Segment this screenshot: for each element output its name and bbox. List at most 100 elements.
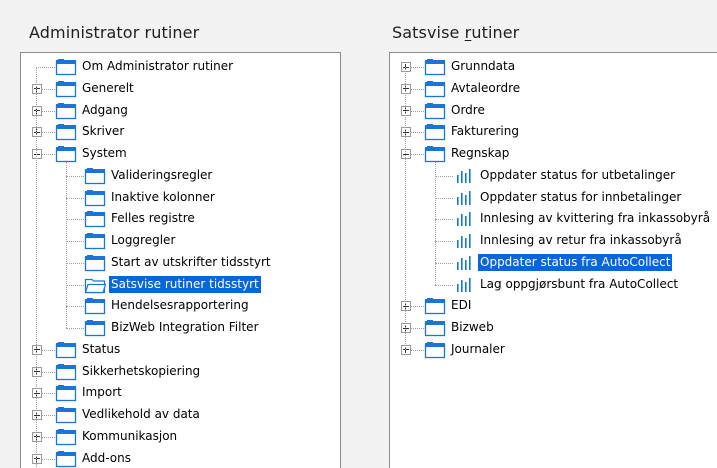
folder-icon xyxy=(55,363,77,381)
tree-item-journaler[interactable]: Journaler xyxy=(390,339,717,361)
tree-item-label: Skriver xyxy=(82,124,125,139)
tree-connector xyxy=(435,175,453,177)
tree-item-inaktive-kolonner[interactable]: Inaktive kolonner xyxy=(21,187,340,209)
tree-connector xyxy=(435,262,453,264)
tree-item-status[interactable]: Status xyxy=(21,339,340,361)
tree-item-oppdater-status-for-innbetalinger[interactable]: Oppdater status for innbetalinger xyxy=(390,187,717,209)
tree-item-label: Grunndata xyxy=(451,59,516,73)
tree-item-lag-oppgjorsbunt-fra-autocollect[interactable]: Lag oppgjørsbunt fra AutoCollect xyxy=(390,274,717,296)
tree-item-label: Avtaleordre xyxy=(451,80,521,95)
tree-item-label: Oppdater status for utbetalinger xyxy=(480,167,676,182)
tree-item-label: Regnskap xyxy=(451,146,510,160)
tree-connector xyxy=(66,175,84,177)
tree-item-avtaleordre[interactable]: Avtaleordre xyxy=(390,78,717,100)
admin-routines-tree[interactable]: Om Administrator rutiner Generelt Adgang Sk… xyxy=(20,52,341,468)
tree-item-label: System xyxy=(82,146,127,160)
tree-item-adgang[interactable]: Adgang xyxy=(21,100,340,122)
tree-item-bizweb-integration-filter[interactable]: BizWeb Integration Filter xyxy=(21,317,340,339)
tree-item-label: Valideringsregler xyxy=(111,167,213,182)
folder-icon xyxy=(55,123,77,141)
tree-connector xyxy=(66,241,84,242)
folder-icon xyxy=(55,102,77,120)
folder-icon xyxy=(55,341,77,359)
bar-chart-icon xyxy=(453,190,473,206)
tree-item-innlesing-av-retur-fra-inkassobyra[interactable]: Innlesing av retur fra inkassobyrå xyxy=(390,230,717,252)
tree-connector xyxy=(66,197,84,199)
tree-item-edi[interactable]: EDI xyxy=(390,295,717,317)
tree-item-oppdater-status-fra-autocollect[interactable]: Oppdater status fra AutoCollect xyxy=(390,252,717,274)
tree-item-regnskap[interactable]: Regnskap xyxy=(390,143,717,165)
tree-connector xyxy=(66,328,84,329)
tree-item-label: Felles registre xyxy=(111,211,195,226)
tree-item-bizweb[interactable]: Bizweb xyxy=(390,317,717,339)
tree-item-generelt[interactable]: Generelt xyxy=(21,78,340,100)
bar-chart-icon xyxy=(453,255,473,271)
tree-item-start-av-utskrifter-tidsstyrt[interactable]: Start av utskrifter tidsstyrt xyxy=(21,252,340,274)
batch-routines-tree[interactable]: Grunndata Avtaleordre Ordre Fakturering Regn… xyxy=(389,52,717,468)
folder-icon xyxy=(84,254,106,272)
tree-item-label: Oppdater status for innbetalinger xyxy=(480,189,682,204)
tree-item-label: Generelt xyxy=(82,80,134,95)
tree-item-innlesing-av-kvittering-fra-inkassobyra[interactable]: Innlesing av kvittering fra inkassobyrå xyxy=(390,208,717,230)
tree-connector xyxy=(435,219,453,221)
tree-item-label: Import xyxy=(82,385,122,400)
tree-item-label: Vedlikehold av data xyxy=(82,407,200,421)
tree-item-vedlikehold-av-data[interactable]: Vedlikehold av data xyxy=(21,404,340,426)
tree-item-fakturering[interactable]: Fakturering xyxy=(390,121,717,143)
tree-item-label: Hendelsesrapportering xyxy=(111,298,249,313)
tree-item-skriver[interactable]: Skriver xyxy=(21,121,340,143)
tree-connector xyxy=(435,197,453,199)
tree-item-label: Innlesing av retur fra inkassobyrå xyxy=(480,233,682,247)
tree-item-label: Add-ons xyxy=(82,450,131,465)
tree-root-line xyxy=(405,67,406,350)
tree-root-line xyxy=(36,67,37,468)
tree-item-system[interactable]: System xyxy=(21,143,340,165)
tree-item-import[interactable]: Import xyxy=(21,382,340,404)
folder-icon xyxy=(84,232,106,250)
tree-connector xyxy=(435,284,453,286)
tree-item-oppdater-status-for-utbetalinger[interactable]: Oppdater status for utbetalinger xyxy=(390,165,717,187)
folder-icon xyxy=(55,58,77,76)
tree-item-label: Fakturering xyxy=(451,124,519,139)
folder-icon xyxy=(424,80,446,98)
bar-chart-icon xyxy=(453,211,473,227)
tree-item-loggregler[interactable]: Loggregler xyxy=(21,230,340,252)
folder-icon xyxy=(424,341,446,359)
folder-icon xyxy=(55,145,77,163)
tree-item-hendelsesrapportering[interactable]: Hendelsesrapportering xyxy=(21,295,340,317)
folder-icon xyxy=(84,319,106,337)
tree-connector xyxy=(66,262,84,264)
tree-item-label: Sikkerhetskopiering xyxy=(82,363,201,378)
tree-item-grunndata[interactable]: Grunndata xyxy=(390,56,717,78)
tree-item-felles-registre[interactable]: Felles registre xyxy=(21,208,340,230)
right-panel-title: Satsvise rutiner xyxy=(392,23,519,42)
tree-item-satsvise-rutiner-tidsstyrt[interactable]: Satsvise rutiner tidsstyrt xyxy=(21,274,340,296)
folder-icon xyxy=(84,297,106,315)
tree-item-label: Bizweb xyxy=(451,320,494,334)
tree-item-label: Inaktive kolonner xyxy=(111,189,215,204)
folder-icon xyxy=(84,189,106,207)
tree-item-sikkerhetskopiering[interactable]: Sikkerhetskopiering xyxy=(21,361,340,383)
folder-icon xyxy=(55,384,77,402)
bar-chart-icon xyxy=(453,168,473,184)
tree-item-label: Innlesing av kvittering fra inkassobyrå xyxy=(480,211,711,226)
tree-item-label: Om Administrator rutiner xyxy=(82,59,234,73)
tree-branch-line xyxy=(66,162,67,328)
folder-icon xyxy=(55,80,77,98)
tree-connector xyxy=(435,241,453,242)
tree-branch-line xyxy=(435,162,436,285)
tree-item-kommunikasjon[interactable]: Kommunikasjon xyxy=(21,426,340,448)
folder-icon xyxy=(84,210,106,228)
tree-connector xyxy=(36,67,55,68)
tree-item-om-administrator-rutiner[interactable]: Om Administrator rutiner xyxy=(21,56,340,78)
tree-item-label: Journaler xyxy=(451,341,505,356)
folder-icon xyxy=(55,450,77,468)
folder-icon xyxy=(55,406,77,424)
tree-item-valideringsregler[interactable]: Valideringsregler xyxy=(21,165,340,187)
folder-icon xyxy=(424,145,446,163)
tree-connector xyxy=(66,284,84,286)
tree-item-add-ons[interactable]: Add-ons xyxy=(21,448,340,468)
tree-item-label: Kommunikasjon xyxy=(82,428,178,443)
folder-icon xyxy=(424,123,446,141)
tree-item-ordre[interactable]: Ordre xyxy=(390,100,717,122)
